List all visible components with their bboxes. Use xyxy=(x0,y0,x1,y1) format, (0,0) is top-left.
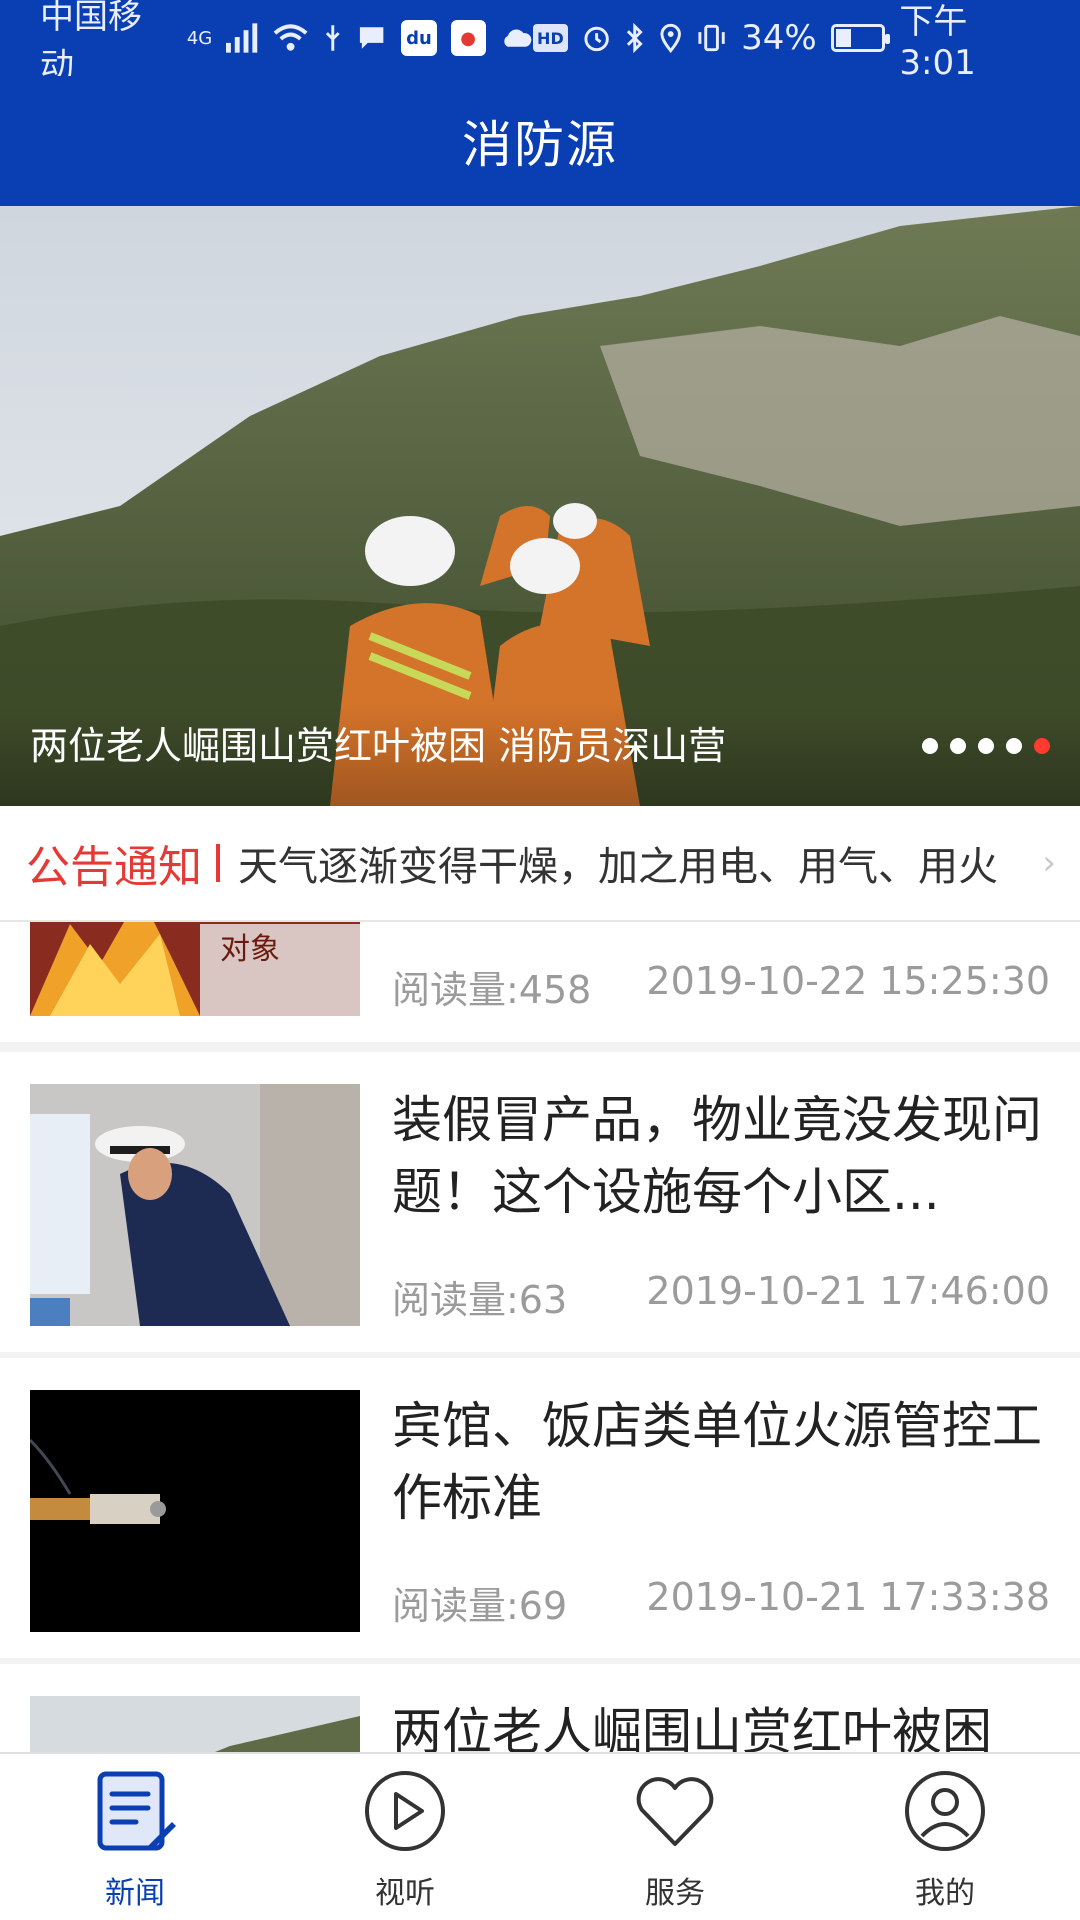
news-title: 装假冒产品，物业竟没发现问题！这个设施每个小区... xyxy=(392,1091,1042,1221)
news-item[interactable]: 对象 阅读量:458 2019-10-22 15:25:30 xyxy=(0,922,1080,1042)
banner-caption: 两位老人崛围山赏红叶被困 消防员深山营 xyxy=(30,724,727,768)
tab-label: 新闻 xyxy=(105,1876,165,1911)
publish-date: 2019-10-21 17:46:00 xyxy=(646,1269,1050,1313)
news-thumbnail xyxy=(30,1084,360,1326)
hd-icon: HD xyxy=(532,24,568,52)
vibrate-icon xyxy=(698,24,725,52)
read-count: 阅读量:69 xyxy=(392,1584,568,1628)
publish-date: 2019-10-21 17:33:38 xyxy=(646,1575,1050,1619)
carousel-dot[interactable] xyxy=(950,738,966,754)
notice-separator xyxy=(216,844,220,882)
carousel-dot[interactable] xyxy=(1006,738,1022,754)
news-list[interactable]: 对象 阅读量:458 2019-10-22 15:25:30 装假冒产品，物业竟… xyxy=(0,922,1080,1752)
bottom-tab-bar: 新闻 视听 服务 我的 xyxy=(0,1752,1080,1920)
notice-text: 天气逐渐变得干燥，加之用电、用气、用火 xyxy=(238,844,998,890)
news-thumbnail xyxy=(30,1390,360,1632)
heart-icon xyxy=(636,1777,714,1846)
notice-label: 公告通知 xyxy=(26,842,202,893)
play-icon xyxy=(365,1771,445,1851)
app-header: 消防源 xyxy=(0,76,1080,206)
news-meta: 阅读量:458 2019-10-22 15:25:30 xyxy=(392,959,1050,1014)
read-count: 阅读量:63 xyxy=(392,1278,568,1322)
battery-percent: 34% xyxy=(741,18,817,58)
tab-label: 服务 xyxy=(645,1876,705,1911)
tab-label: 视听 xyxy=(375,1876,435,1911)
tab-service[interactable]: 服务 xyxy=(540,1754,810,1920)
user-icon xyxy=(905,1771,985,1851)
wifi-icon xyxy=(274,24,308,51)
news-icon xyxy=(97,1771,176,1851)
news-meta: 阅读量:69 2019-10-21 17:33:38 xyxy=(392,1575,1050,1630)
news-thumbnail: 对象 xyxy=(30,922,360,1016)
tab-label: 我的 xyxy=(915,1876,975,1911)
news-title: 宾馆、饭店类单位火源管控工作标准 xyxy=(392,1397,1042,1527)
news-meta: 阅读量:63 2019-10-21 17:46:00 xyxy=(392,1269,1050,1324)
notice-bar[interactable]: 公告通知 天气逐渐变得干燥，加之用电、用气、用火 › xyxy=(0,806,1080,922)
tab-news[interactable]: 新闻 xyxy=(0,1754,270,1920)
carousel-dot[interactable] xyxy=(922,738,938,754)
carousel-dot[interactable] xyxy=(978,738,994,754)
carrier-text: 中国移动 xyxy=(40,0,142,86)
banner-carousel[interactable]: 两位老人崛围山赏红叶被困 消防员深山营 xyxy=(0,206,1080,806)
news-thumbnail xyxy=(30,1696,360,1752)
usb-icon xyxy=(325,25,340,51)
alarm-icon xyxy=(584,26,609,52)
location-icon xyxy=(660,23,681,53)
carousel-dot[interactable] xyxy=(1034,738,1050,754)
bluetooth-icon xyxy=(627,23,643,53)
news-item[interactable]: 装假冒产品，物业竟没发现问题！这个设施每个小区... 阅读量:63 2019-1… xyxy=(0,1052,1080,1352)
publish-date: 2019-10-22 15:25:30 xyxy=(646,959,1050,1003)
map-app-icon: ● xyxy=(450,20,486,56)
news-item[interactable]: 宾馆、饭店类单位火源管控工作标准 阅读量:69 2019-10-21 17:33… xyxy=(0,1358,1080,1658)
signal-icon xyxy=(226,23,258,53)
clock-text: 下午3:01 xyxy=(899,1,976,83)
carousel-dots[interactable] xyxy=(922,738,1050,754)
baidu-app-icon: du xyxy=(401,20,437,56)
page-title: 消防源 xyxy=(462,116,618,174)
tab-profile[interactable]: 我的 xyxy=(810,1754,1080,1920)
status-bar: 中国移动 4G du ● HD 34% 下午3:01 xyxy=(0,0,1080,86)
news-item[interactable]: 两位老人崛围山赏红叶被困 xyxy=(0,1664,1080,1752)
battery-icon xyxy=(830,24,891,52)
svg-text:对象: 对象 xyxy=(220,932,280,967)
chat-icon xyxy=(360,27,384,49)
chevron-right-icon[interactable]: › xyxy=(1042,843,1056,883)
app-root: 中国移动 4G du ● HD 34% 下午3:01 消防源 两位老人崛围山赏红… xyxy=(0,0,1080,1920)
news-title: 两位老人崛围山赏红叶被困 xyxy=(392,1703,992,1752)
cloud-icon xyxy=(503,29,531,47)
network-text: 4G xyxy=(186,27,213,49)
read-count: 阅读量:458 xyxy=(392,968,592,1012)
tab-media[interactable]: 视听 xyxy=(270,1754,540,1920)
